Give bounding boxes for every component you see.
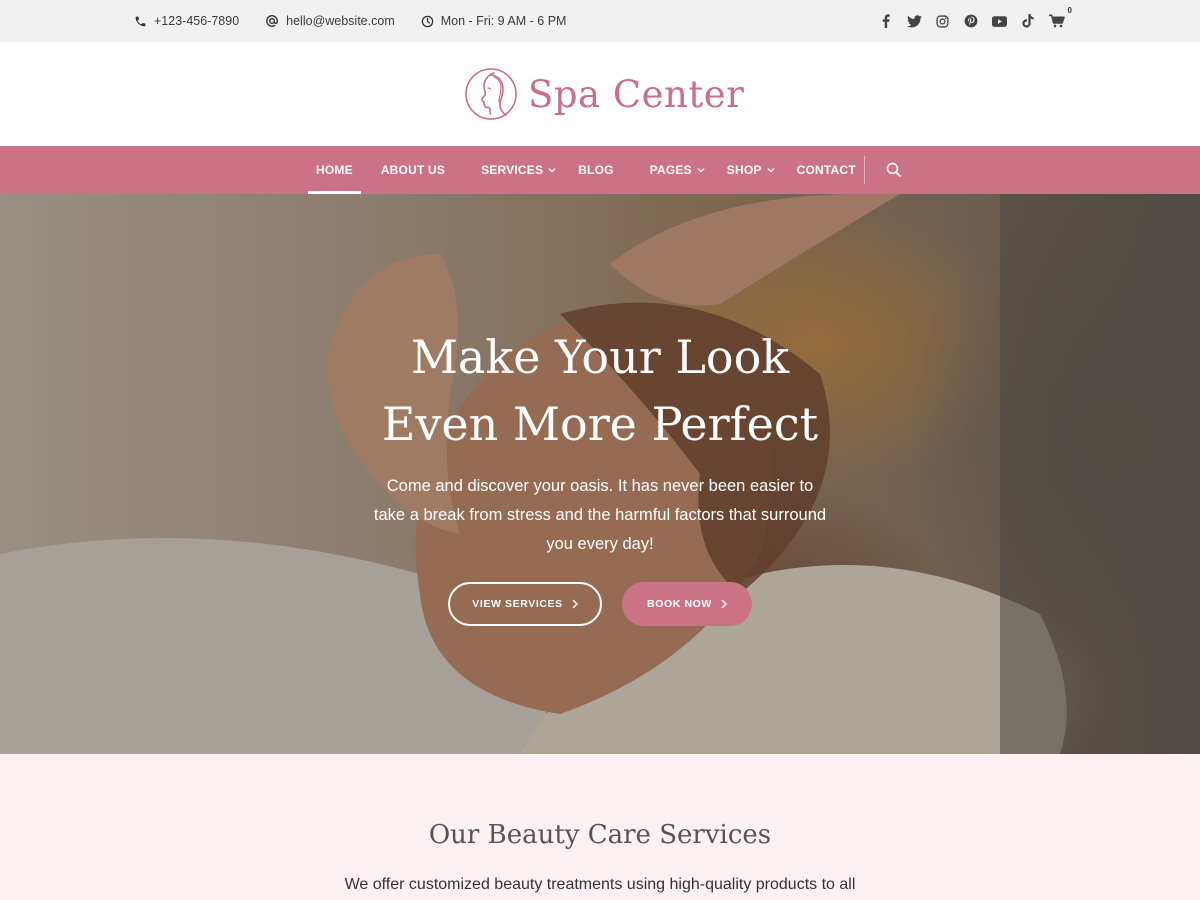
nav-item-services[interactable]: SERVICES xyxy=(481,146,556,194)
services-heading: Our Beauty Care Services xyxy=(428,820,772,850)
book-now-button[interactable]: BOOK NOW xyxy=(622,582,752,626)
services-section: Our Beauty Care Services We offer custom… xyxy=(0,754,1200,900)
phone-icon xyxy=(135,16,146,26)
services-intro: We offer customized beauty treatments us… xyxy=(344,876,856,893)
nav-item-label: SHOP xyxy=(726,163,762,177)
nav-item-label: HOME xyxy=(316,163,353,177)
view-services-button[interactable]: VIEW SERVICES xyxy=(448,582,602,626)
nav-item-about-us[interactable]: ABOUT US xyxy=(381,146,445,194)
spa-face-logo-icon xyxy=(465,68,517,120)
hours-item: Mon - Fri: 9 AM - 6 PM xyxy=(421,14,567,28)
hero-buttons: VIEW SERVICES BOOK NOW xyxy=(448,582,752,626)
phone-item[interactable]: +123-456-7890 xyxy=(134,14,239,28)
chevron-down-icon xyxy=(697,167,705,173)
nav-item-label: SERVICES xyxy=(481,163,544,177)
hero-title: Make Your Look Even More Perfect xyxy=(300,324,900,458)
main-navigation: HOME ABOUT US SERVICES BLOG PAGES SHOP C… xyxy=(0,146,1200,194)
nav-item-label: PAGES xyxy=(649,163,692,177)
email-text: hello@website.com xyxy=(286,14,395,28)
facebook-icon[interactable] xyxy=(878,13,894,29)
nav-menu: HOME ABOUT US SERVICES BLOG PAGES SHOP C… xyxy=(308,146,856,194)
chevron-down-icon xyxy=(548,167,556,173)
nav-item-blog[interactable]: BLOG xyxy=(578,146,613,194)
twitter-icon[interactable] xyxy=(906,13,922,29)
nav-item-shop[interactable]: SHOP xyxy=(727,146,775,194)
chevron-down-icon xyxy=(766,167,775,173)
logo-text: Spa Center xyxy=(528,72,745,116)
top-bar: +123-456-7890 hello@website.com Mon - Fr… xyxy=(0,0,1200,42)
nav-item-label: CONTACT xyxy=(796,163,856,177)
cart-count-badge: 0 xyxy=(1067,6,1072,15)
hero-description: Come and discover your oasis. It has nev… xyxy=(373,477,827,553)
youtube-icon[interactable] xyxy=(992,13,1008,29)
nav-divider xyxy=(864,156,865,184)
nav-item-label: BLOG xyxy=(578,163,614,177)
book-now-label: BOOK NOW xyxy=(647,598,712,610)
hero-content: Make Your Look Even More Perfect Come an… xyxy=(0,194,1200,754)
view-services-label: VIEW SERVICES xyxy=(472,598,563,610)
hero-title-line2: Even More Perfect xyxy=(381,397,819,451)
phone-text: +123-456-7890 xyxy=(154,14,240,28)
site-logo[interactable]: Spa Center xyxy=(464,66,744,122)
clock-icon xyxy=(421,15,434,27)
nav-item-pages[interactable]: PAGES xyxy=(650,146,705,194)
chevron-right-icon xyxy=(572,599,578,609)
hero-title-line1: Make Your Look xyxy=(410,330,790,384)
at-sign-icon xyxy=(266,15,279,27)
nav-item-label: ABOUT US xyxy=(380,163,446,177)
hero-section: Make Your Look Even More Perfect Come an… xyxy=(0,194,1200,754)
cart-icon[interactable]: 0 xyxy=(1048,6,1072,29)
contact-info: +123-456-7890 hello@website.com Mon - Fr… xyxy=(134,0,592,42)
logo-header: Spa Center xyxy=(0,42,1200,146)
social-links: 0 xyxy=(865,0,1072,42)
tiktok-icon[interactable] xyxy=(1020,13,1036,29)
nav-item-contact[interactable]: CONTACT xyxy=(797,146,856,194)
pinterest-icon[interactable] xyxy=(963,13,979,29)
instagram-icon[interactable] xyxy=(935,13,951,29)
nav-item-home[interactable]: HOME xyxy=(308,146,361,194)
search-icon[interactable] xyxy=(885,161,903,179)
chevron-right-icon xyxy=(721,599,727,609)
hours-text: Mon - Fri: 9 AM - 6 PM xyxy=(440,14,567,28)
email-item[interactable]: hello@website.com xyxy=(265,14,395,28)
